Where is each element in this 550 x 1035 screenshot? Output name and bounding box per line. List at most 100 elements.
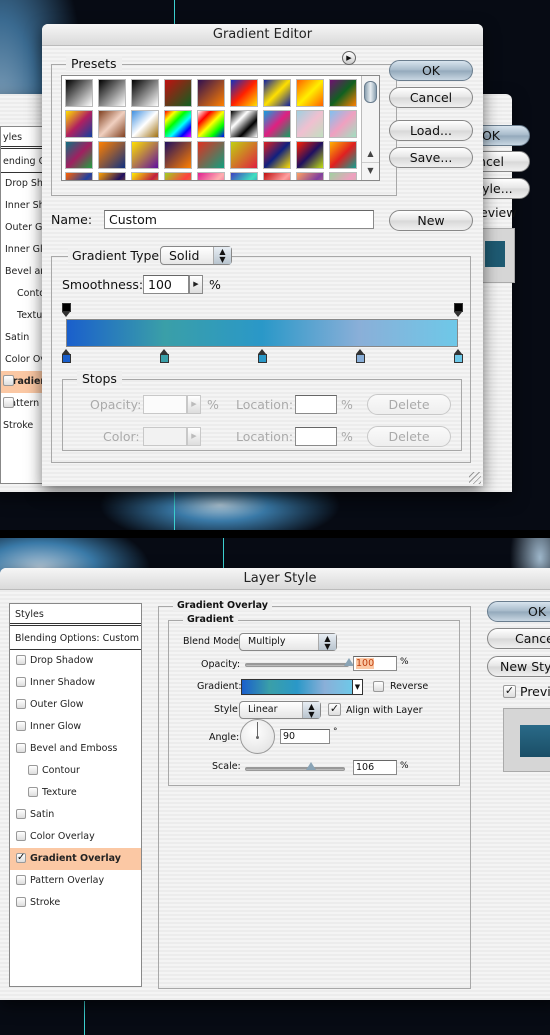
effect-checkbox[interactable] <box>16 655 26 665</box>
new-button[interactable]: New <box>389 210 473 231</box>
preset-swatch[interactable] <box>329 172 357 180</box>
preset-swatch[interactable] <box>98 110 126 138</box>
preset-swatch[interactable] <box>65 79 93 107</box>
preset-swatch[interactable] <box>197 79 225 107</box>
preset-swatch[interactable] <box>329 79 357 107</box>
cancel-button[interactable]: Cance <box>487 628 550 649</box>
preset-swatch[interactable] <box>263 141 291 169</box>
effect-item[interactable]: Inner Shadow <box>10 672 141 694</box>
preset-swatch[interactable] <box>296 79 324 107</box>
presets-menu-icon[interactable]: ▶ <box>342 51 356 65</box>
styles-header[interactable]: Styles <box>10 604 141 626</box>
smoothness-input[interactable]: 100 <box>143 275 189 294</box>
presets-scrollbar[interactable]: ▲ ▼ <box>361 76 379 180</box>
scale-slider[interactable] <box>245 767 345 771</box>
scroll-up-icon[interactable]: ▲ <box>362 146 379 162</box>
gradient-dropdown-icon[interactable]: ▼ <box>353 679 363 695</box>
effect-item[interactable]: Bevel and Emboss <box>10 738 141 760</box>
effect-checkbox[interactable] <box>16 677 26 687</box>
preset-swatch[interactable] <box>230 79 258 107</box>
effect-checkbox[interactable] <box>16 721 26 731</box>
location-input-1[interactable] <box>295 395 337 414</box>
name-input[interactable]: Custom <box>104 210 374 229</box>
color-stop[interactable] <box>257 349 267 363</box>
ok-button[interactable]: OK <box>487 601 550 622</box>
scale-slider-thumb[interactable] <box>306 762 316 770</box>
color-swatch[interactable] <box>143 427 187 446</box>
preset-swatch[interactable] <box>65 110 93 138</box>
effect-checkbox[interactable] <box>16 809 26 819</box>
effect-checkbox[interactable] <box>16 699 26 709</box>
preset-swatch[interactable] <box>296 110 324 138</box>
preset-swatch[interactable] <box>197 110 225 138</box>
location-input-2[interactable] <box>295 427 337 446</box>
preset-swatch[interactable] <box>230 172 258 180</box>
color-stop[interactable] <box>159 349 169 363</box>
delete-opacity-stop-button[interactable]: Delete <box>367 394 451 415</box>
color-stop[interactable] <box>355 349 365 363</box>
effect-item[interactable]: Pattern Overlay <box>10 870 141 892</box>
preset-swatch[interactable] <box>131 141 159 169</box>
preset-swatch[interactable] <box>164 79 192 107</box>
effect-item-selected[interactable]: ✓ Gradient Overlay <box>10 848 141 870</box>
preset-swatch[interactable] <box>329 141 357 169</box>
reverse-checkbox[interactable] <box>373 681 384 692</box>
angle-dial[interactable] <box>240 719 275 754</box>
opacity-arrow-icon[interactable]: ▶ <box>187 395 201 414</box>
smoothness-arrow-icon[interactable]: ▶ <box>189 275 203 294</box>
preset-swatch[interactable] <box>329 110 357 138</box>
effect-item[interactable]: Stroke <box>10 892 141 914</box>
scroll-down-icon[interactable]: ▼ <box>362 162 379 178</box>
checkbox-contour-behind[interactable] <box>3 375 14 386</box>
angle-input[interactable]: 90 <box>280 729 330 744</box>
effect-item[interactable]: Inner Glow <box>10 716 141 738</box>
preset-swatch[interactable] <box>197 172 225 180</box>
gradient-preview-bar[interactable] <box>66 319 458 347</box>
delete-color-stop-button[interactable]: Delete <box>367 426 451 447</box>
checkbox-texture-behind[interactable] <box>3 397 14 408</box>
preview-checkbox[interactable]: ✓ <box>503 685 516 698</box>
new-style-button[interactable]: New Sty <box>487 656 550 677</box>
blend-mode-select[interactable]: Multiply ▲ ▼ <box>239 633 337 651</box>
opacity-input[interactable]: 100 <box>353 656 397 671</box>
effect-checkbox[interactable] <box>16 875 26 885</box>
align-with-layer-checkbox[interactable]: ✓ <box>328 703 341 716</box>
preset-swatch[interactable] <box>131 79 159 107</box>
gradient-swatch[interactable] <box>241 679 353 695</box>
preset-swatch[interactable] <box>131 110 159 138</box>
effect-item[interactable]: Color Overlay <box>10 826 141 848</box>
opacity-stop[interactable] <box>61 303 71 317</box>
effect-item[interactable]: Contour <box>10 760 141 782</box>
ok-button[interactable]: OK <box>389 60 473 81</box>
preset-swatch[interactable] <box>197 141 225 169</box>
opacity-input[interactable] <box>143 395 187 414</box>
effect-checkbox[interactable] <box>28 765 38 775</box>
load-button[interactable]: Load... <box>389 120 473 141</box>
scale-input[interactable]: 106 <box>353 760 397 775</box>
color-stop[interactable] <box>453 349 463 363</box>
preset-swatch[interactable] <box>131 172 159 180</box>
effect-item[interactable]: Drop Shadow <box>10 650 141 672</box>
resize-grip-icon[interactable] <box>469 472 481 484</box>
preset-swatch[interactable] <box>65 141 93 169</box>
effect-checkbox[interactable] <box>16 831 26 841</box>
scrollbar-thumb[interactable] <box>364 81 377 103</box>
preset-swatch[interactable] <box>296 141 324 169</box>
effect-checkbox[interactable] <box>16 897 26 907</box>
preset-swatch[interactable] <box>98 172 126 180</box>
preset-swatch[interactable] <box>230 141 258 169</box>
save-button[interactable]: Save... <box>389 147 473 168</box>
effect-item[interactable]: Outer Glow <box>10 694 141 716</box>
cancel-button[interactable]: Cancel <box>389 87 473 108</box>
preset-swatch[interactable] <box>263 172 291 180</box>
style-select[interactable]: Linear ▲ ▼ <box>239 701 321 719</box>
preset-swatch[interactable] <box>263 110 291 138</box>
preset-swatch[interactable] <box>164 172 192 180</box>
effect-checkbox[interactable] <box>28 787 38 797</box>
preset-swatch[interactable] <box>98 141 126 169</box>
effect-item[interactable]: Satin <box>10 804 141 826</box>
effect-checkbox[interactable] <box>16 743 26 753</box>
preset-swatch[interactable] <box>164 110 192 138</box>
color-stop[interactable] <box>61 349 71 363</box>
opacity-stop[interactable] <box>453 303 463 317</box>
